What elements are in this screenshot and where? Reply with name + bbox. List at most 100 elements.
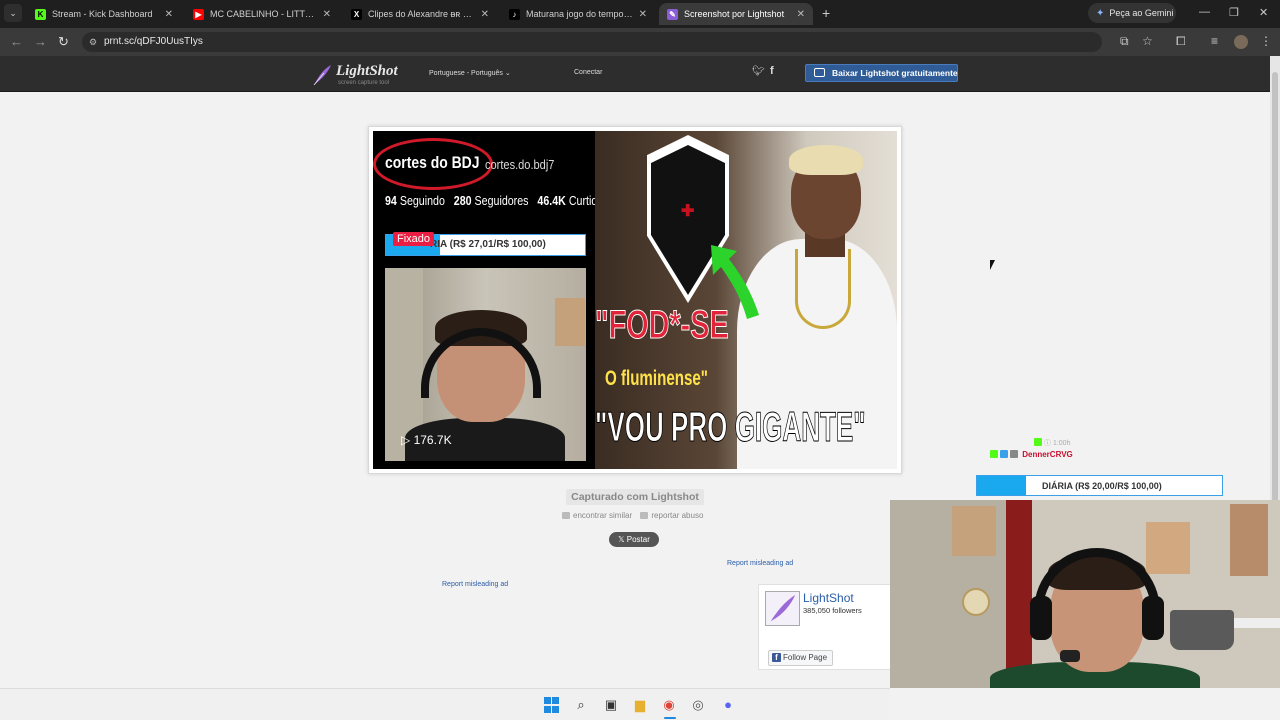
minimize-icon[interactable]: — [1199,6,1210,18]
feather-logo-icon [313,65,331,86]
logo-subtitle: screen capture tool [338,80,390,86]
plus-icon[interactable]: + [822,5,830,21]
close-tab-icon[interactable]: ✕ [165,9,173,20]
task-view-icon[interactable]: ▣ [603,697,619,713]
screenshot-image[interactable]: cortes do BDJ cortes.do.bdj7 94 Seguindo… [373,131,897,469]
image-icon [562,512,570,519]
channel-name: cortes do BDJ [385,153,480,172]
back-icon[interactable]: ← [10,34,23,49]
install-app-icon[interactable]: ⧉ [1120,34,1129,49]
kick-badge-icon [990,450,998,458]
tab-search-icon[interactable]: ⌄ [4,4,22,22]
browser-tab-bar: ⌄ K Stream - Kick Dashboard ✕ ▶ MC CABEL… [0,0,1280,28]
gemini-spark-icon: ✦ [1096,7,1105,19]
headline-line-1: "FOD*-SE [595,303,729,348]
tab-title: MC CABELINHO - LITTLE HAIR [210,9,317,19]
tab-kick-dashboard[interactable]: K Stream - Kick Dashboard ✕ [27,3,181,25]
profile-avatar[interactable] [1234,35,1248,49]
reload-icon[interactable]: ↻ [58,34,69,50]
fb-page-name[interactable]: LightShot [803,591,854,605]
facebook-icon[interactable]: f [770,65,774,77]
close-tab-icon[interactable]: ✕ [323,9,331,20]
close-tab-icon[interactable]: ✕ [481,9,489,20]
flag-icon [640,512,649,519]
headline-line-2: O fluminense" [605,367,708,390]
windows-start-icon[interactable] [544,697,560,713]
chevron-down-icon: ⌄ [504,70,511,77]
gemini-button[interactable]: ✦ Peça ao Gemini [1088,3,1176,23]
tab-tiktok[interactable]: ♪ Maturana jogo do tempo: acert ✕ [501,3,655,25]
report-misleading-ad-link[interactable]: Report misleading ad [727,560,793,567]
pinned-badge: Fixado [393,232,435,246]
stream-goal-bar: DIÁRIA (R$ 20,00/R$ 100,00) [976,475,1223,496]
goal-text: RIA (R$ 27,01/R$ 100,00) [430,239,546,250]
download-lightshot-button[interactable]: Baixar Lightshot gratuitamente [805,64,958,82]
url-text: prnt.sc/qDFJ0UusTIys [104,36,203,47]
screenshot-right-panel: ✚ "FOD*-SE O fluminense" "VOU PRO GIGANT… [595,131,897,469]
channel-stats: 94 Seguindo 280 Seguidores 46.4K Curtida… [385,193,609,208]
logo-name: LightShot [336,63,398,79]
chat-message: DennerCRVG [990,450,1073,459]
x-favicon-icon: X [351,8,362,20]
restore-icon[interactable]: ❐ [1229,6,1239,19]
tab-title: Maturana jogo do tempo: acert [526,9,633,19]
close-tab-icon[interactable]: ✕ [797,9,805,20]
search-icon[interactable]: ⌕ [573,697,589,713]
scrollbar-thumb[interactable] [1272,72,1278,502]
goal-text: DIÁRIA (R$ 20,00/R$ 100,00) [1042,481,1162,491]
gemini-label: Peça ao Gemini [1109,8,1174,18]
kick-badge-icon [1034,438,1042,446]
kick-favicon-icon: K [35,8,46,20]
download-label: Baixar Lightshot gratuitamente [832,68,958,78]
mouse-cursor [990,260,995,270]
goal-fill [977,476,1026,495]
captured-with-lightshot-label: Capturado com Lightshot [566,489,704,505]
find-similar-link[interactable]: encontrar similar [562,511,632,520]
crest-badge-icon [1010,450,1018,458]
tab-x-twitter[interactable]: X Clipes do Alexandre ᴃʀ no X: "Ja ✕ [343,3,497,25]
more-menu-icon[interactable]: ⋮ [1260,34,1272,48]
fb-followers-count: 385,050 followers [803,606,862,615]
feather-logo-icon [770,594,796,622]
language-select[interactable]: Portuguese - Português ⌄ [429,69,511,77]
screenshot-actions: encontrar similar reportar abuso [562,511,709,520]
bookmark-star-icon[interactable]: ☆ [1142,34,1153,48]
tab-youtube[interactable]: ▶ MC CABELINHO - LITTLE HAIR ✕ [185,3,339,25]
channel-handle: cortes.do.bdj7 [485,157,555,172]
close-icon[interactable]: ✕ [1259,6,1268,19]
twitter-icon[interactable]: 🐦︎ [752,66,765,77]
active-app-indicator [664,717,676,719]
forward-icon[interactable]: → [34,34,47,49]
language-label: Portuguese - Português [429,70,503,77]
lightshot-header: LightShot screen capture tool Portuguese… [0,56,1270,92]
report-misleading-ad-link[interactable]: Report misleading ad [442,581,508,588]
chrome-icon[interactable]: ◉ [661,697,677,713]
login-link[interactable]: Conectar [574,69,602,76]
close-tab-icon[interactable]: ✕ [639,9,647,20]
site-settings-icon[interactable]: ⚙ [89,32,97,52]
extensions-icon[interactable]: ⧠ [1176,34,1186,49]
lightshot-page-thumbnail[interactable] [765,591,800,626]
tab-title: Screenshot por Lightshot [684,9,785,19]
x-icon: 𝕏 [618,535,627,544]
view-count: ▷ 176.7K [401,433,452,447]
report-abuse-link[interactable]: reportar abuso [640,511,703,520]
facebook-icon: f [772,653,781,662]
download-icon [814,68,825,77]
url-input[interactable]: ⚙ prnt.sc/qDFJ0UusTIys [82,32,1102,52]
streamer-webcam [890,500,1280,688]
lightshot-favicon-icon: ✎ [667,8,678,20]
post-on-x-button[interactable]: 𝕏 Postar [609,532,659,547]
address-bar-row: ← → ↻ ⚙ prnt.sc/qDFJ0UusTIys ⧉ ☆ ⧠ ≡ ⋮ [0,28,1280,56]
tab-title: Clipes do Alexandre ᴃʀ no X: "Ja [368,9,475,19]
follow-page-button[interactable]: f Follow Page [768,650,834,666]
tiktok-favicon-icon: ♪ [509,8,520,20]
obs-icon[interactable]: ◎ [690,697,706,713]
discord-icon[interactable]: ● [720,697,736,713]
screenshot-left-panel: cortes do BDJ cortes.do.bdj7 94 Seguindo… [373,131,609,469]
reading-list-icon[interactable]: ≡ [1211,34,1218,48]
file-explorer-icon[interactable]: ▆ [632,697,648,713]
verified-badge-icon [1000,450,1008,458]
tab-lightshot[interactable]: ✎ Screenshot por Lightshot ✕ [659,3,813,25]
headline-line-3: "VOU PRO GIGANTE" [595,403,866,451]
